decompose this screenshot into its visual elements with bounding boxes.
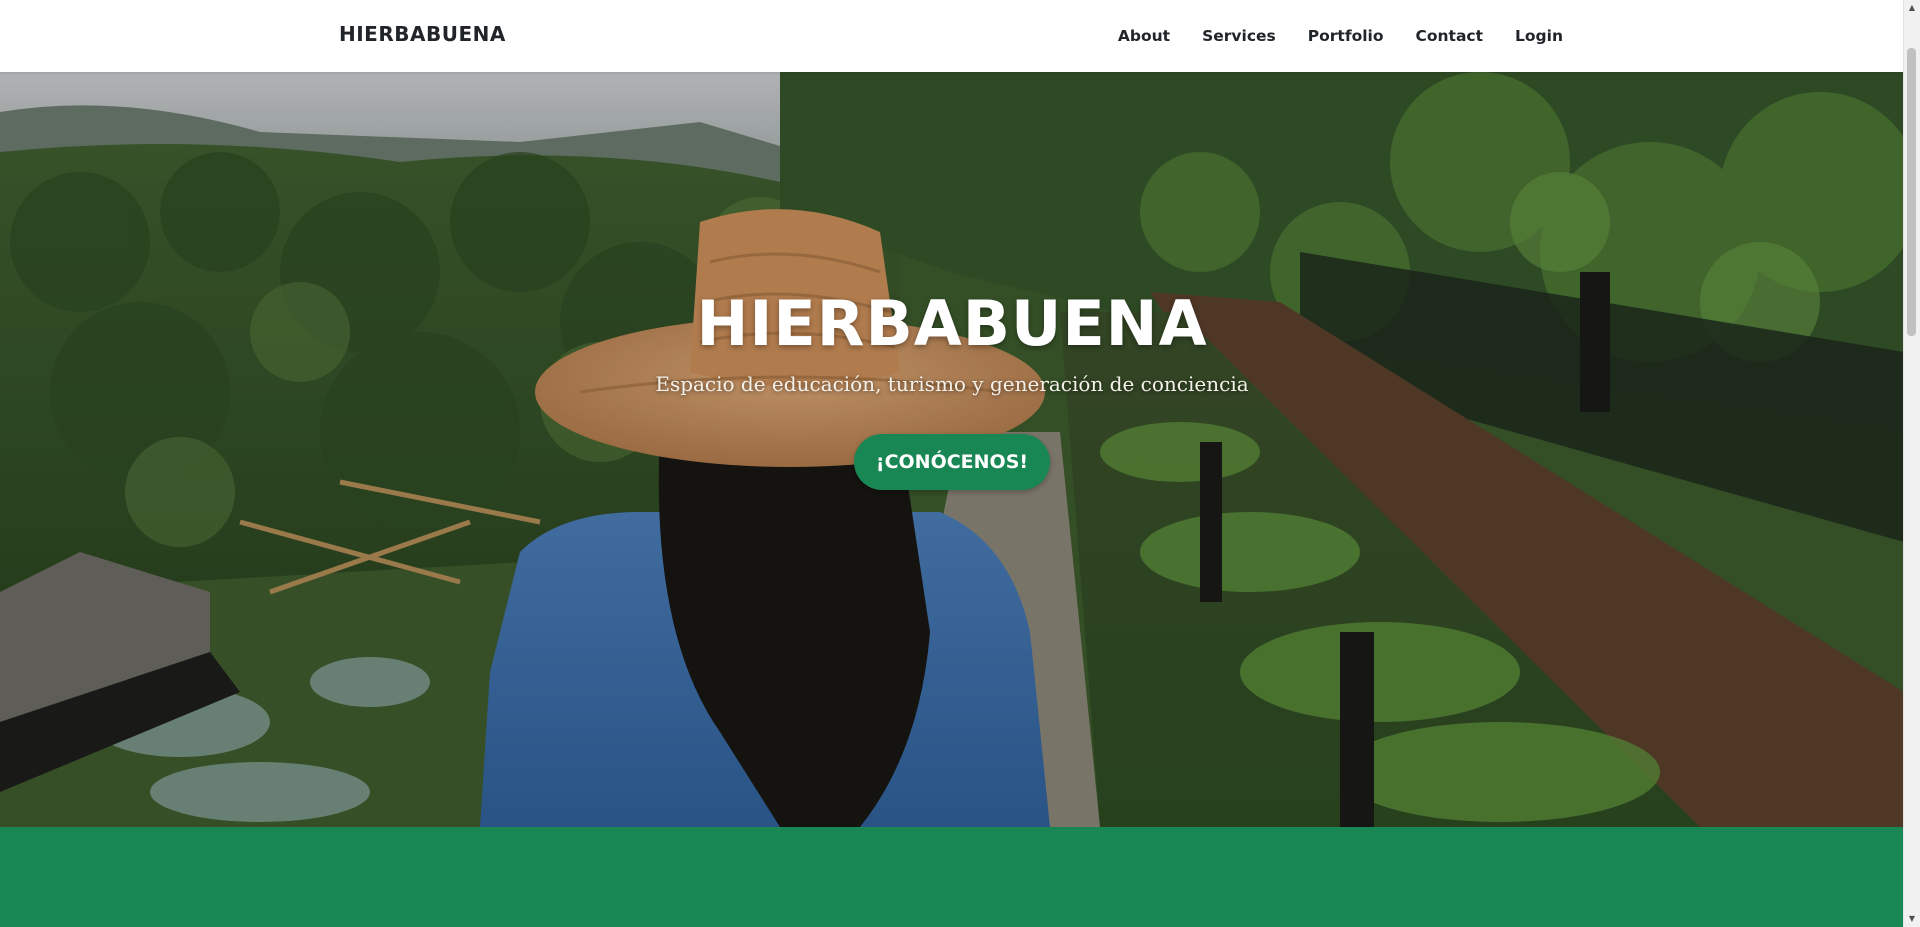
- nav-link-services[interactable]: Services: [1202, 27, 1276, 45]
- nav-item-login: Login: [1515, 27, 1563, 46]
- hero-content: HIERBABUENA Espacio de educación, turism…: [0, 287, 1904, 490]
- hero-subtitle: Espacio de educación, turismo y generaci…: [655, 372, 1249, 396]
- page-scrollbar[interactable]: ▲ ▼: [1903, 0, 1920, 927]
- chevron-down-icon[interactable]: ▼: [1904, 911, 1920, 927]
- nav-link-login[interactable]: Login: [1515, 27, 1563, 45]
- top-navbar: HIERBABUENA About Services Portfolio Con…: [0, 0, 1904, 72]
- nav-item-about: About: [1118, 27, 1170, 46]
- page: HIERBABUENA About Services Portfolio Con…: [0, 0, 1920, 927]
- hero-section: HIERBABUENA Espacio de educación, turism…: [0, 72, 1904, 827]
- nav-item-portfolio: Portfolio: [1308, 27, 1384, 46]
- nav-item-contact: Contact: [1416, 27, 1484, 46]
- conocenos-button[interactable]: ¡CONÓCENOS!: [853, 434, 1051, 490]
- nav-links: About Services Portfolio Contact Login: [1118, 0, 1563, 72]
- scrollbar-thumb[interactable]: [1907, 48, 1916, 336]
- hero-title: HIERBABUENA: [696, 287, 1208, 360]
- nav-item-services: Services: [1202, 27, 1276, 46]
- brand-logo-link[interactable]: HIERBABUENA: [339, 22, 506, 46]
- nav-link-portfolio[interactable]: Portfolio: [1308, 27, 1384, 45]
- nav-link-about[interactable]: About: [1118, 27, 1170, 45]
- nav-link-contact[interactable]: Contact: [1416, 27, 1484, 45]
- chevron-up-icon[interactable]: ▲: [1904, 0, 1920, 16]
- about-section-band: [0, 827, 1904, 927]
